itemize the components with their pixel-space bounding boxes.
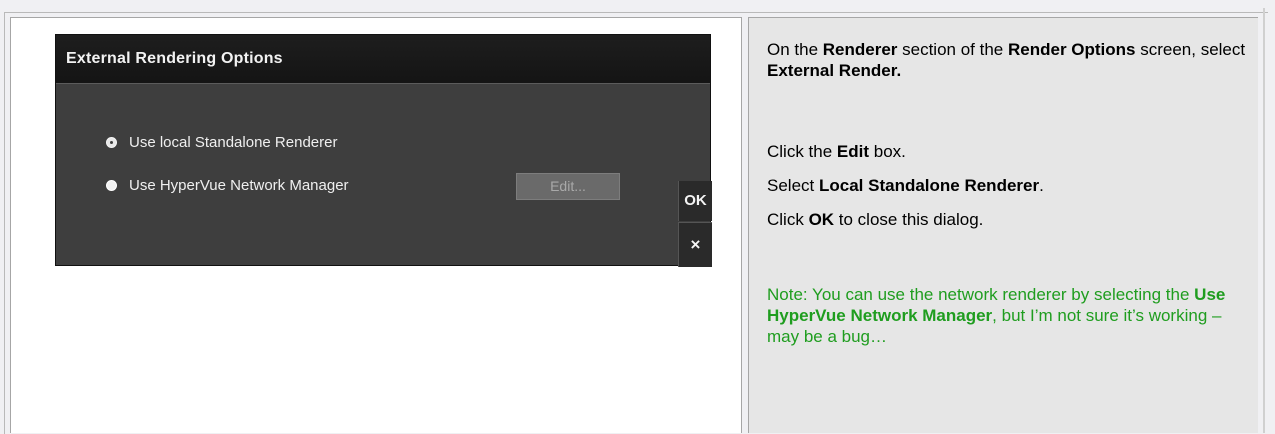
- ok-button[interactable]: OK: [678, 181, 712, 221]
- radio-unselected-icon[interactable]: [106, 179, 117, 191]
- instruction-step-3: Select Local Standalone Renderer.: [767, 176, 1044, 195]
- instruction-step-4: Click OK to close this dialog.: [767, 210, 984, 229]
- note-text: Note: You can use the network renderer b…: [767, 285, 1226, 346]
- edit-button[interactable]: Edit...: [516, 173, 620, 200]
- close-icon: ×: [690, 235, 701, 254]
- instruction-step-2: Click the Edit box.: [767, 142, 906, 161]
- radio-local-standalone[interactable]: Use local Standalone Renderer: [106, 131, 337, 153]
- dialog-title: External Rendering Options: [56, 35, 710, 83]
- close-button[interactable]: ×: [678, 222, 712, 267]
- page-edge: [1263, 8, 1265, 433]
- radio-local-label: Use local Standalone Renderer: [129, 133, 338, 151]
- instruction-step-1: On the Renderer section of the Render Op…: [767, 40, 1246, 80]
- radio-network-manager[interactable]: Use HyperVue Network Manager: [106, 174, 349, 196]
- radio-network-label: Use HyperVue Network Manager: [129, 176, 349, 194]
- radio-selected-icon[interactable]: [106, 136, 117, 148]
- external-rendering-options-dialog: External Rendering Options Use local Sta…: [55, 34, 712, 267]
- title-divider: [56, 83, 710, 84]
